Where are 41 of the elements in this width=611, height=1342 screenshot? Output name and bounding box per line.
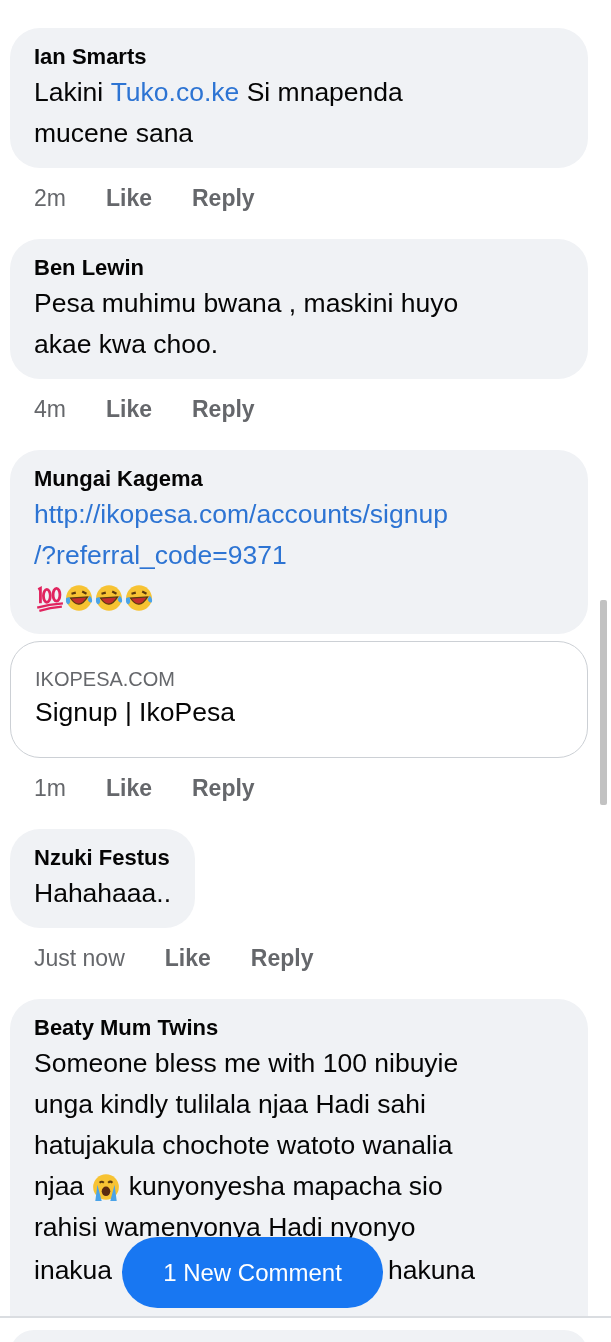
comment-text: Pesa muhimu bwana , maskini huyo — [34, 287, 460, 320]
like-link[interactable]: Like — [105, 773, 152, 803]
scrollbar[interactable] — [600, 600, 607, 805]
commenter-name[interactable]: Beaty Mum Twins — [34, 1013, 564, 1043]
comment-text: Lakini Tuko.co.ke Si mnapenda — [34, 72, 564, 113]
comment-time: 4m — [34, 395, 66, 424]
comment-text: akae kwa choo. — [34, 328, 220, 361]
laughing-face-icon — [94, 583, 124, 613]
comment-time: 2m — [34, 184, 66, 213]
link[interactable]: Tuko.co.ke — [110, 72, 240, 113]
like-link[interactable]: Like — [164, 943, 211, 973]
commenter-name[interactable]: Ben Lewin — [34, 253, 564, 283]
comment-time: Just now — [34, 944, 125, 973]
comment-text: inakua — [34, 1253, 113, 1287]
reply-link[interactable]: Reply — [192, 394, 255, 424]
comment-text: mucene sana — [34, 117, 195, 150]
link[interactable]: /?referral_code=9371 — [34, 535, 287, 576]
commenter-name[interactable]: Nzuki Festus — [34, 843, 172, 873]
comment-text: Someone bless me with 100 nibuyie — [34, 1047, 460, 1080]
comment-text: hakuna — [388, 1253, 476, 1287]
laughing-face-icon — [124, 583, 154, 613]
link-domain: IKOPESA.COM — [35, 667, 177, 692]
reply-link[interactable]: Reply — [250, 943, 314, 973]
new-comment-button[interactable]: 1 New Comment — [122, 1237, 383, 1308]
link-preview-card[interactable]: IKOPESA.COM Signup | IkoPesa — [10, 641, 588, 758]
comment-text: Hahahaaa.. — [34, 877, 172, 910]
link[interactable]: http://ikopesa.com/accounts/signup — [34, 494, 448, 535]
comment-time: 1m — [34, 774, 66, 803]
reply-link[interactable]: Reply — [192, 773, 255, 803]
comment-text: unga kindly tulilala njaa Hadi sahi — [34, 1088, 427, 1121]
crying-face-icon — [91, 1171, 122, 1202]
comment-text: njaa kunyonyesha mapacha sio — [34, 1170, 444, 1204]
laughing-face-icon — [64, 583, 94, 613]
commenter-name[interactable]: Ian Smarts — [34, 42, 564, 72]
comment-text: hatujakula chochote watoto wanalia — [34, 1129, 454, 1162]
reply-link[interactable]: Reply — [192, 183, 255, 213]
like-link[interactable]: Like — [105, 183, 152, 213]
link-title: Signup | IkoPesa — [35, 696, 236, 729]
hundred-points-icon — [34, 583, 64, 613]
like-link[interactable]: Like — [105, 394, 152, 424]
commenter-name[interactable]: Mungai Kagema — [34, 464, 564, 494]
